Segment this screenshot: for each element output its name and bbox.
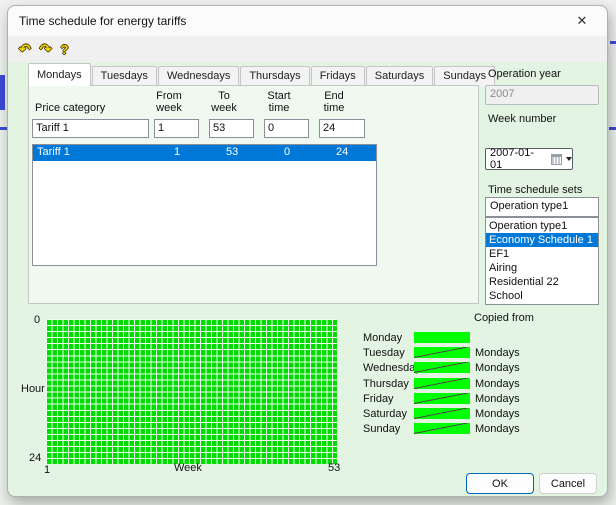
end-time-header: End time <box>324 90 345 114</box>
legend-day-label: Wednesday <box>363 362 421 374</box>
tab-tuesdays[interactable]: Tuesdays <box>92 66 157 86</box>
sunday-schedule-swatch <box>414 423 470 434</box>
cell-to-week: 53 <box>226 146 238 158</box>
legend-day-label: Friday <box>363 393 394 405</box>
start-time-header: Start time <box>267 90 290 114</box>
from-week-header: From week <box>156 90 182 114</box>
background-window-fragment <box>609 127 616 130</box>
schedule-set-item-selected[interactable]: Economy Schedule 1 <box>486 233 598 247</box>
tab-mondays[interactable]: Mondays <box>28 63 91 86</box>
schedule-set-item[interactable]: Operation type1 <box>486 219 598 233</box>
end-time-input[interactable]: 24 <box>319 119 365 138</box>
legend-day-label: Monday <box>363 332 402 344</box>
legend-copied-from: Mondays <box>475 378 520 390</box>
tariff-row-selected[interactable]: Tariff 1 1 53 0 24 <box>33 145 376 161</box>
schedule-set-item[interactable]: Residential 22 <box>486 275 598 289</box>
dialog-title: Time schedule for energy tariffs <box>8 14 186 28</box>
background-window-fragment <box>0 75 5 110</box>
saturday-schedule-swatch <box>414 408 470 419</box>
legend-copied-from: Mondays <box>475 362 520 374</box>
cell-from-week: 1 <box>174 146 180 158</box>
calendar-icon <box>551 154 562 165</box>
week-number-label: Week number <box>488 113 556 125</box>
thursday-schedule-swatch <box>414 378 470 389</box>
legend-copied-from: Mondays <box>475 423 520 435</box>
legend-copied-from: Mondays <box>475 347 520 359</box>
background-window-fragment <box>0 127 7 130</box>
help-icon[interactable]: ? <box>60 43 68 56</box>
tuesday-schedule-swatch <box>414 347 470 358</box>
to-week-header: To week <box>211 90 237 114</box>
cell-price-category: Tariff 1 <box>37 146 70 158</box>
from-week-input[interactable]: 1 <box>154 119 199 138</box>
legend-copied-from: Mondays <box>475 408 520 420</box>
ok-button[interactable]: OK <box>466 473 534 494</box>
hour-axis-label: Hour <box>21 383 45 395</box>
operation-year-label: Operation year <box>488 68 561 80</box>
price-category-input[interactable]: Tariff 1 <box>32 119 149 138</box>
friday-schedule-swatch <box>414 393 470 404</box>
legend-day-label: Sunday <box>363 423 400 435</box>
schedule-sets-listbox[interactable]: Operation type1 Economy Schedule 1 EF1 A… <box>485 217 599 305</box>
hour-axis-tick-bottom: 24 <box>29 452 41 464</box>
week-date-picker[interactable]: 2007-01-01 <box>485 148 573 170</box>
tab-saturdays[interactable]: Saturdays <box>366 66 434 86</box>
tab-sundays[interactable]: Sundays <box>434 66 495 86</box>
start-time-input[interactable]: 0 <box>264 119 309 138</box>
cancel-button[interactable]: Cancel <box>539 473 597 494</box>
title-bar[interactable]: Time schedule for energy tariffs ✕ <box>8 6 607 36</box>
tab-fridays[interactable]: Fridays <box>311 66 365 86</box>
schedule-set-item[interactable]: EF1 <box>486 247 598 261</box>
week-axis-label: Week <box>174 462 202 474</box>
toolbar: ↶ ↷ ? <box>8 36 607 62</box>
tariff-tab-page: Price category From week To week Start t… <box>28 85 479 304</box>
day-tabs: Mondays Tuesdays Wednesdays Thursdays Fr… <box>28 63 496 86</box>
legend-day-label: Tuesday <box>363 347 405 359</box>
tab-wednesdays[interactable]: Wednesdays <box>158 66 239 86</box>
time-schedule-sets-label: Time schedule sets <box>488 184 582 196</box>
week-axis-tick-right: 53 <box>328 462 340 474</box>
cell-end-time: 24 <box>336 146 348 158</box>
dropdown-arrow-icon <box>566 157 572 161</box>
undo-icon[interactable]: ↶ <box>19 42 31 56</box>
background-window-fragment <box>610 41 616 44</box>
to-week-input[interactable]: 53 <box>209 119 254 138</box>
tariff-listbox[interactable]: Tariff 1 1 53 0 24 <box>32 144 377 266</box>
tab-thursdays[interactable]: Thursdays <box>240 66 309 86</box>
copied-from-header: Copied from <box>474 312 534 324</box>
schedule-set-item[interactable]: Airing <box>486 261 598 275</box>
legend-day-label: Thursday <box>363 378 409 390</box>
date-value: 2007-01-01 <box>490 147 546 171</box>
legend-copied-from: Mondays <box>475 393 520 405</box>
price-category-header: Price category <box>35 102 105 114</box>
cell-start-time: 0 <box>284 146 290 158</box>
close-icon[interactable]: ✕ <box>563 6 601 36</box>
time-schedule-dialog: Time schedule for energy tariffs ✕ ↶ ↷ ?… <box>7 5 608 497</box>
redo-icon[interactable]: ↷ <box>40 42 52 56</box>
schedule-set-input[interactable]: Operation type1 <box>485 197 599 217</box>
legend-day-label: Saturday <box>363 408 407 420</box>
hour-axis-tick-top: 0 <box>34 314 40 326</box>
schedule-set-item[interactable]: School <box>486 289 598 303</box>
schedule-heatmap[interactable] <box>46 319 337 464</box>
wednesday-schedule-swatch <box>414 362 470 373</box>
operation-year-field: 2007 <box>485 85 599 105</box>
monday-schedule-swatch <box>414 332 470 343</box>
week-axis-tick-left: 1 <box>44 464 50 476</box>
